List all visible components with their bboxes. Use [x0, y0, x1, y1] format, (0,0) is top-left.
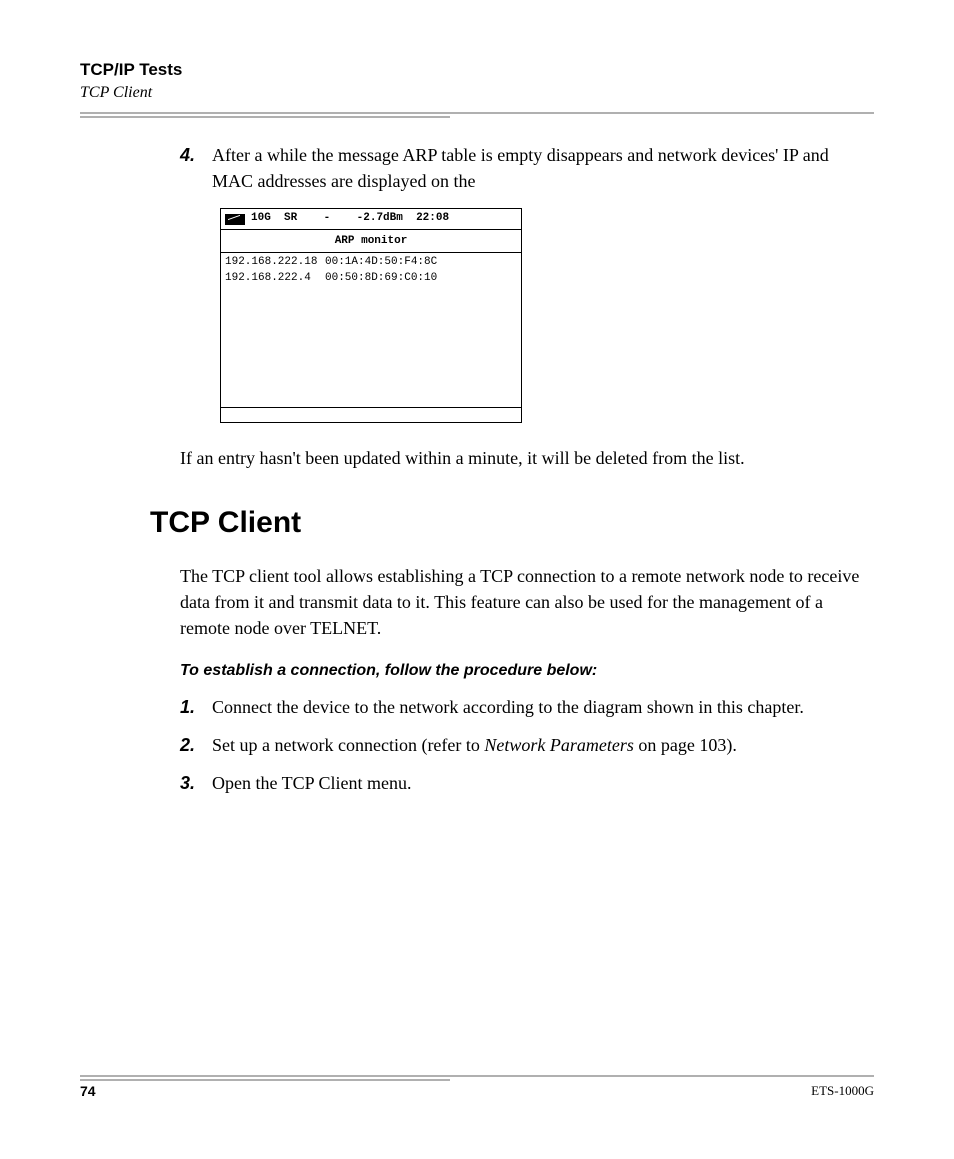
page-header: TCP/IP Tests TCP Client [80, 60, 874, 118]
step-2: 2. Set up a network connection (refer to… [180, 732, 864, 758]
step-text: Connect the device to the network accord… [212, 694, 864, 720]
step-3: 3. Open the TCP Client menu. [180, 770, 864, 796]
screenshot-footer-bar [221, 407, 521, 422]
step-number: 1. [180, 694, 212, 720]
arp-mac: 00:1A:4D:50:F4:8C [325, 255, 437, 271]
step-1: 1. Connect the device to the network acc… [180, 694, 864, 720]
screenshot-title: ARP monitor [221, 230, 521, 253]
procedure-label: To establish a connection, follow the pr… [180, 659, 864, 682]
step-number: 3. [180, 770, 212, 796]
status-dash: - [324, 211, 331, 227]
tcp-client-heading: TCP Client [150, 501, 864, 545]
arp-ip: 192.168.222.4 [225, 271, 325, 287]
step-2-reference: Network Parameters [484, 735, 633, 755]
step-2-post: on page 103). [634, 735, 737, 755]
step-number: 4. [180, 142, 212, 194]
page-number: 74 [80, 1083, 96, 1099]
device-model: ETS-1000G [811, 1083, 874, 1099]
arp-monitor-screenshot: 10G SR - -2.7dBm 22:08 ARP monitor 192.1… [220, 208, 522, 423]
step-text: Set up a network connection (refer to Ne… [212, 732, 864, 758]
header-rule-short [80, 116, 450, 118]
main-content: 4. After a while the message ARP table i… [180, 142, 864, 796]
tcp-intro-paragraph: The TCP client tool allows establishing … [180, 563, 864, 641]
step-text: Open the TCP Client menu. [212, 770, 864, 796]
footer-rule-short [80, 1079, 450, 1081]
status-dbm: -2.7dBm [357, 211, 403, 227]
status-time: 22:08 [416, 211, 449, 227]
after-screenshot-paragraph: If an entry hasn't been updated within a… [180, 445, 864, 471]
arp-mac: 00:50:8D:69:C0:10 [325, 271, 437, 287]
arp-row: 192.168.222.4 00:50:8D:69:C0:10 [225, 271, 517, 287]
arp-ip: 192.168.222.18 [225, 255, 325, 271]
step-4: 4. After a while the message ARP table i… [180, 142, 864, 194]
status-mode: SR [284, 211, 297, 227]
chapter-title: TCP/IP Tests [80, 60, 874, 80]
link-icon [225, 214, 245, 225]
arp-row: 192.168.222.18 00:1A:4D:50:F4:8C [225, 255, 517, 271]
footer-rule-full [80, 1075, 874, 1077]
step-text: After a while the message ARP table is e… [212, 142, 864, 194]
page-footer: 74 ETS-1000G [80, 1075, 874, 1099]
screenshot-body: 192.168.222.18 00:1A:4D:50:F4:8C 192.168… [221, 253, 521, 407]
section-subtitle: TCP Client [80, 84, 874, 102]
header-rule-full [80, 112, 874, 114]
screenshot-status-bar: 10G SR - -2.7dBm 22:08 [221, 209, 521, 230]
status-speed: 10G [251, 211, 271, 227]
step-number: 2. [180, 732, 212, 758]
step-2-pre: Set up a network connection (refer to [212, 735, 484, 755]
